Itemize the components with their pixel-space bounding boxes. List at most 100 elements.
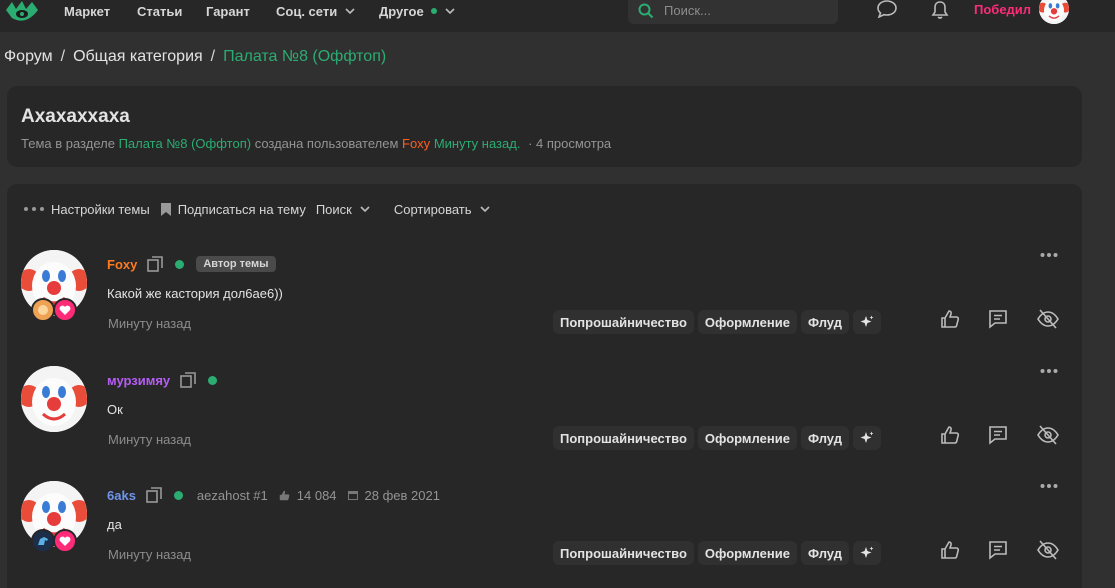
- post-username[interactable]: Foxy: [107, 257, 137, 272]
- user-badges: [31, 298, 77, 324]
- thread-settings-button[interactable]: Настройки темы: [23, 202, 150, 217]
- thread-title: Ахахаххаха: [21, 106, 130, 127]
- thread-views: · 4 просмотра: [528, 136, 612, 151]
- reaction-flood-button[interactable]: Флуд: [800, 310, 849, 334]
- nav-guarantor[interactable]: Гарант: [206, 2, 250, 20]
- author-tag: Автор темы: [196, 256, 276, 272]
- subscribe-button[interactable]: Подписаться на тему: [160, 202, 306, 217]
- user-avatar[interactable]: [1039, 0, 1069, 24]
- post: мурзимяу Ок Минуту назад Попрошайничеств…: [7, 366, 1082, 481]
- search-input[interactable]: [664, 2, 829, 18]
- copy-icon[interactable]: [146, 487, 162, 503]
- search-thread-dropdown[interactable]: Поиск: [316, 202, 376, 217]
- thread-created-by: создана пользователем: [254, 136, 399, 151]
- nav-other[interactable]: Другое: [379, 2, 455, 20]
- reaction-begging-button[interactable]: Попрошайничество: [553, 426, 694, 450]
- breadcrumb-separator: /: [210, 48, 216, 65]
- nav-social[interactable]: Соц. сети: [276, 2, 355, 20]
- thread-author-link[interactable]: Foxy: [402, 136, 430, 151]
- badge-icon[interactable]: [31, 529, 55, 553]
- clown-avatar-icon: [21, 366, 87, 432]
- breadcrumb-category[interactable]: Общая категория: [73, 48, 203, 65]
- breadcrumb-current[interactable]: Палата №8 (Оффтоп): [223, 48, 386, 65]
- reaction-design-button[interactable]: Оформление: [697, 310, 797, 334]
- thread-time[interactable]: Минуту назад.: [434, 136, 521, 151]
- badge-icon[interactable]: [31, 298, 55, 322]
- reply-icon[interactable]: [987, 424, 1009, 446]
- more-dots-icon[interactable]: [1040, 368, 1058, 374]
- like-icon[interactable]: [939, 308, 961, 330]
- post-time[interactable]: Минуту назад: [108, 316, 191, 331]
- sparkle-icon: [860, 315, 874, 327]
- thread-section-link[interactable]: Палата №8 (Оффтоп): [119, 136, 252, 151]
- current-username[interactable]: Победил: [974, 2, 1031, 17]
- conversations-icon[interactable]: [877, 0, 897, 18]
- post-author-row: Foxy Автор темы: [107, 256, 276, 272]
- reaction-flood-button[interactable]: Флуд: [800, 426, 849, 450]
- thread-toolbar: Настройки темы Подписаться на тему Поиск…: [23, 200, 506, 218]
- post-author-row: 6aks aezahost #1 14 084 28 фев 2021: [107, 487, 450, 503]
- post-message: Ок: [107, 402, 123, 417]
- logo-icon[interactable]: [4, 0, 40, 24]
- breadcrumb-separator: /: [60, 48, 66, 65]
- more-dots-icon[interactable]: [1040, 252, 1058, 258]
- fox-badge-icon: [38, 305, 48, 315]
- top-navigation-bar: Маркет Статьи Гарант Соц. сети Другое По…: [0, 0, 1115, 32]
- sparkle-button[interactable]: [852, 541, 881, 565]
- avatar[interactable]: [21, 366, 87, 432]
- nav-market-label: Маркет: [64, 3, 111, 19]
- chevron-down-icon: [345, 8, 355, 14]
- chevron-down-icon: [445, 8, 455, 14]
- hide-icon[interactable]: [1036, 539, 1060, 561]
- hide-icon[interactable]: [1036, 424, 1060, 446]
- reaction-design-button[interactable]: Оформление: [697, 426, 797, 450]
- clown-avatar-icon: [1039, 0, 1069, 24]
- post-time[interactable]: Минуту назад: [108, 547, 191, 562]
- reply-icon[interactable]: [987, 308, 1009, 330]
- bookmark-icon: [160, 202, 171, 216]
- sort-label: Сортировать: [393, 201, 472, 217]
- bell-icon[interactable]: [930, 0, 950, 20]
- sparkle-icon: [860, 546, 874, 558]
- thread-settings-label: Настройки темы: [51, 201, 150, 217]
- posts-container: Настройки темы Подписаться на тему Поиск…: [7, 184, 1082, 588]
- nav-other-label: Другое: [379, 3, 424, 19]
- sparkle-button[interactable]: [852, 310, 881, 334]
- online-indicator: [175, 259, 185, 269]
- thread-info-prefix: Тема в разделе: [21, 136, 115, 151]
- reaction-bar: Попрошайничество Оформление Флуд: [553, 310, 885, 334]
- breadcrumb-forum[interactable]: Форум: [4, 48, 53, 65]
- more-dots-icon[interactable]: [1040, 483, 1058, 489]
- more-dots-icon: [24, 207, 44, 211]
- badge-icon[interactable]: [53, 529, 77, 553]
- user-joined-date: 28 фев 2021: [364, 487, 440, 503]
- hide-icon[interactable]: [1036, 308, 1060, 330]
- post-time[interactable]: Минуту назад: [108, 432, 191, 447]
- like-icon[interactable]: [939, 539, 961, 561]
- post: 6aks aezahost #1 14 084 28 фев 2021 да М…: [7, 481, 1082, 588]
- reaction-flood-button[interactable]: Флуд: [800, 541, 849, 565]
- sort-dropdown[interactable]: Сортировать: [394, 202, 496, 217]
- copy-icon[interactable]: [147, 256, 164, 272]
- nav-market[interactable]: Маркет: [64, 2, 110, 20]
- chevron-down-icon: [479, 206, 490, 212]
- search-box[interactable]: [628, 0, 838, 24]
- reaction-begging-button[interactable]: Попрошайничество: [553, 310, 694, 334]
- like-icon[interactable]: [939, 424, 961, 446]
- post-username[interactable]: 6aks: [107, 488, 136, 503]
- post-username[interactable]: мурзимяу: [107, 373, 170, 388]
- reply-icon[interactable]: [987, 539, 1009, 561]
- nav-social-label: Соц. сети: [276, 3, 338, 19]
- nav-guarantor-label: Гарант: [206, 3, 250, 19]
- online-indicator: [208, 375, 218, 385]
- calendar-icon: [347, 491, 358, 500]
- reaction-begging-button[interactable]: Попрошайничество: [553, 541, 694, 565]
- notification-dot: [430, 8, 437, 14]
- subscribe-label: Подписаться на тему: [177, 201, 306, 217]
- nav-articles[interactable]: Статьи: [137, 2, 182, 20]
- heart-icon: [59, 305, 71, 315]
- sparkle-button[interactable]: [852, 426, 881, 450]
- badge-icon[interactable]: [53, 298, 77, 322]
- reaction-design-button[interactable]: Оформление: [697, 541, 797, 565]
- copy-icon[interactable]: [180, 372, 196, 388]
